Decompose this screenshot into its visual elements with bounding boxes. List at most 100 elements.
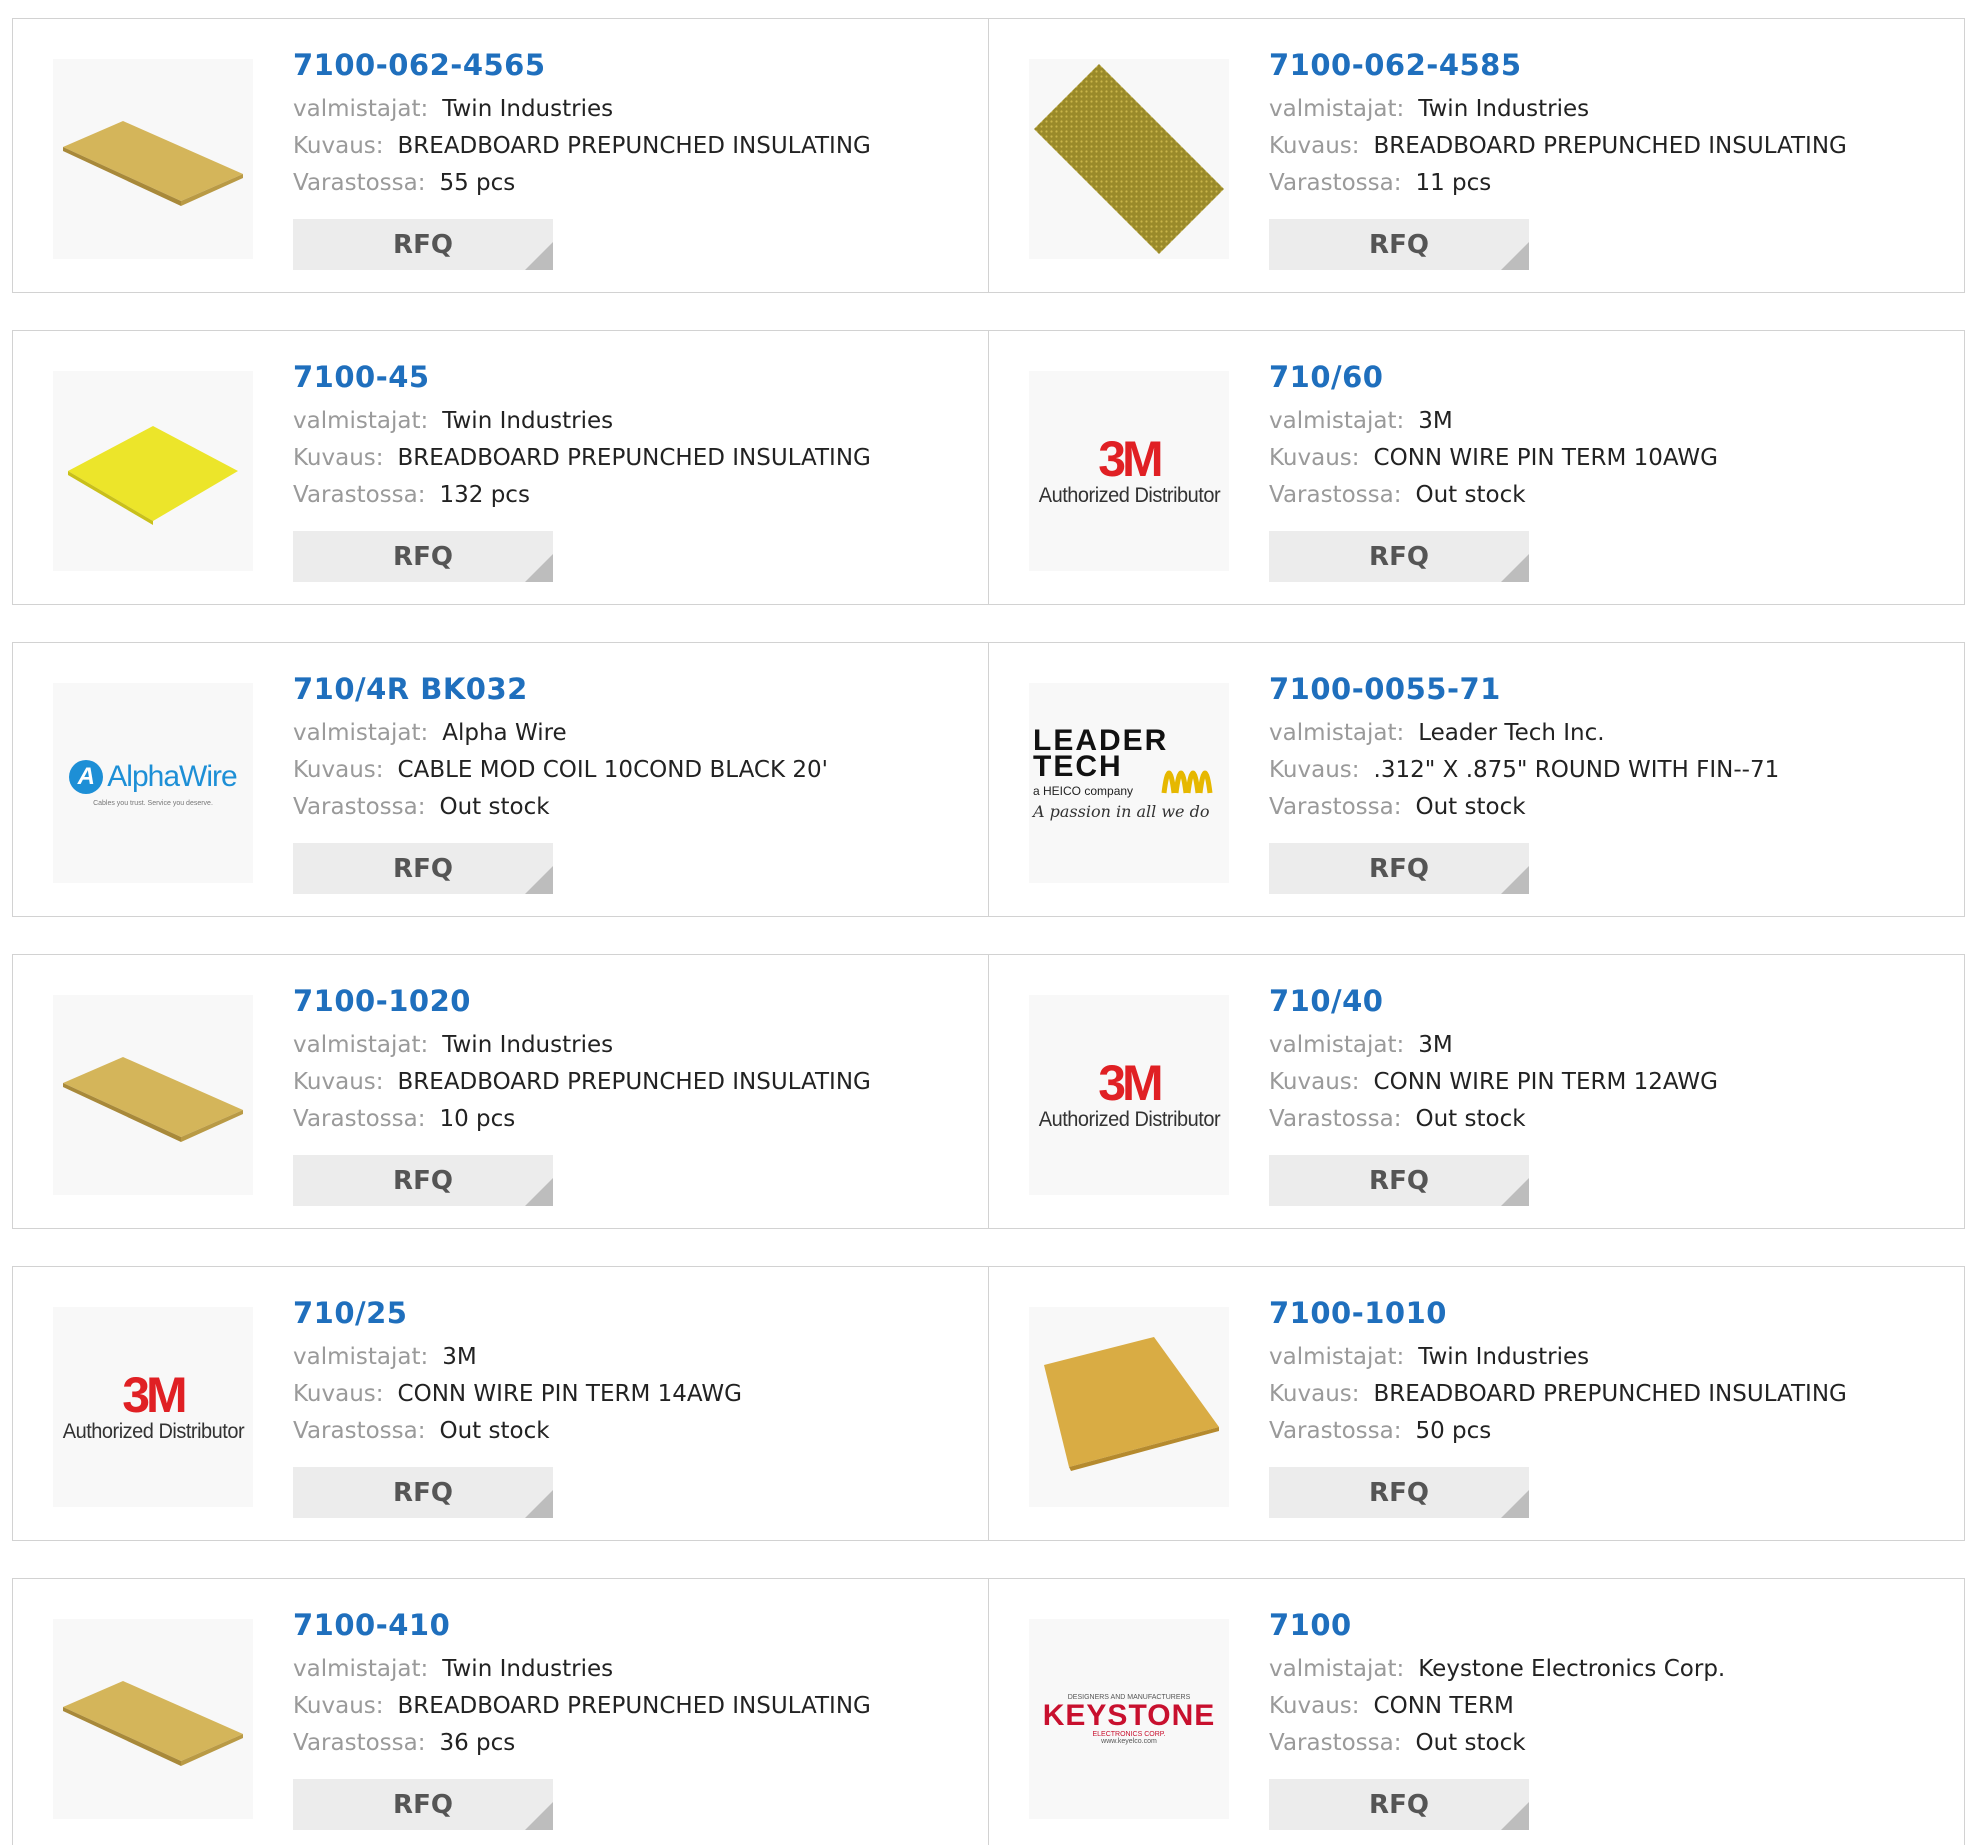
rfq-button[interactable]: RFQ [1269, 531, 1529, 582]
manufacturer-value: Leader Tech Inc. [1418, 720, 1605, 746]
corner-triangle-icon [1501, 866, 1529, 894]
product-image[interactable]: 3M Authorized Distributor [53, 1307, 253, 1507]
product-image[interactable]: 3M Authorized Distributor [1029, 371, 1229, 571]
logo-3m-icon: 3M Authorized Distributor [62, 1367, 244, 1443]
description-line: Kuvaus: .312" X .875" ROUND WITH FIN--71 [1269, 752, 1944, 789]
description-value: BREADBOARD PREPUNCHED INSULATING [397, 445, 871, 471]
rfq-button[interactable]: RFQ [1269, 219, 1529, 270]
product-card: DESIGNERS AND MANUFACTURERS KEYSTONE ELE… [988, 1578, 1965, 1845]
rfq-button[interactable]: RFQ [293, 843, 553, 894]
manufacturer-line: valmistajat: 3M [293, 1339, 968, 1376]
corner-triangle-icon [525, 1490, 553, 1518]
product-card: LEADER TECH a HEICO company A passion in… [988, 642, 1965, 917]
part-number-link[interactable]: 710/40 [1269, 983, 1383, 1019]
stock-value: Out stock [1415, 482, 1526, 508]
product-image[interactable] [1029, 1307, 1229, 1507]
product-card: A AlphaWire Cables you trust. Service you… [12, 642, 989, 917]
rfq-button[interactable]: RFQ [293, 1779, 553, 1830]
manufacturer-label: valmistajat: [293, 408, 429, 434]
stock-line: Varastossa: Out stock [1269, 477, 1944, 514]
description-label: Kuvaus: [1269, 757, 1360, 783]
manufacturer-value: Twin Industries [1418, 96, 1590, 122]
description-value: BREADBOARD PREPUNCHED INSULATING [397, 133, 871, 159]
rfq-label: RFQ [393, 229, 453, 260]
manufacturer-value: 3M [442, 1344, 477, 1370]
part-number-link[interactable]: 7100-062-4585 [1269, 47, 1522, 83]
manufacturer-value: 3M [1418, 408, 1453, 434]
product-image[interactable] [53, 1619, 253, 1819]
product-info: 7100-062-4585 valmistajat: Twin Industrie… [1269, 47, 1944, 202]
alphawire-logo-icon: A AlphaWire Cables you trust. Service you… [69, 759, 238, 807]
stock-value: 36 pcs [439, 1730, 516, 1756]
rfq-label: RFQ [1369, 1477, 1429, 1508]
manufacturer-line: valmistajat: Twin Industries [293, 403, 968, 440]
stock-value: 55 pcs [439, 170, 516, 196]
manufacturer-line: valmistajat: Twin Industries [293, 1027, 968, 1064]
product-image[interactable] [53, 995, 253, 1195]
product-image[interactable] [53, 59, 253, 259]
manufacturer-line: valmistajat: Twin Industries [293, 91, 968, 128]
rfq-button[interactable]: RFQ [1269, 1155, 1529, 1206]
description-value: CABLE MOD COIL 10COND BLACK 20' [397, 757, 828, 783]
rfq-button[interactable]: RFQ [1269, 1467, 1529, 1518]
part-number-link[interactable]: 7100-062-4565 [293, 47, 546, 83]
description-line: Kuvaus: CONN WIRE PIN TERM 12AWG [1269, 1064, 1944, 1101]
part-number-link[interactable]: 7100-0055-71 [1269, 671, 1501, 707]
part-number-link[interactable]: 710/25 [293, 1295, 407, 1331]
part-number-link[interactable]: 710/4R BK032 [293, 671, 528, 707]
stock-line: Varastossa: 36 pcs [293, 1725, 968, 1762]
stock-label: Varastossa: [293, 794, 426, 820]
product-image[interactable]: 3M Authorized Distributor [1029, 995, 1229, 1195]
stock-value: Out stock [439, 1418, 550, 1444]
part-number-link[interactable]: 7100-410 [293, 1607, 450, 1643]
product-row: 7100-410 valmistajat: Twin Industries Kuv… [12, 1578, 1965, 1845]
corner-triangle-icon [525, 866, 553, 894]
rfq-label: RFQ [393, 1477, 453, 1508]
part-number-link[interactable]: 7100 [1269, 1607, 1352, 1643]
product-card: 7100-1010 valmistajat: Twin Industries Ku… [988, 1266, 1965, 1541]
description-label: Kuvaus: [293, 1069, 384, 1095]
description-value: CONN WIRE PIN TERM 10AWG [1373, 445, 1718, 471]
product-row: 7100-45 valmistajat: Twin Industries Kuva… [12, 330, 1965, 605]
product-image[interactable]: A AlphaWire Cables you trust. Service you… [53, 683, 253, 883]
manufacturer-label: valmistajat: [293, 1032, 429, 1058]
rfq-button[interactable]: RFQ [293, 1155, 553, 1206]
product-card: 3M Authorized Distributor 710/40 valmist… [988, 954, 1965, 1229]
manufacturer-label: valmistajat: [1269, 96, 1405, 122]
description-line: Kuvaus: BREADBOARD PREPUNCHED INSULATING [293, 128, 968, 165]
product-row: A AlphaWire Cables you trust. Service you… [12, 642, 1965, 917]
rfq-button[interactable]: RFQ [293, 1467, 553, 1518]
stock-label: Varastossa: [1269, 1418, 1402, 1444]
product-image[interactable]: DESIGNERS AND MANUFACTURERS KEYSTONE ELE… [1029, 1619, 1229, 1819]
rfq-button[interactable]: RFQ [293, 219, 553, 270]
description-line: Kuvaus: CONN WIRE PIN TERM 10AWG [1269, 440, 1944, 477]
rfq-label: RFQ [393, 541, 453, 572]
description-value: BREADBOARD PREPUNCHED INSULATING [1373, 133, 1847, 159]
description-label: Kuvaus: [1269, 1069, 1360, 1095]
description-label: Kuvaus: [293, 757, 384, 783]
manufacturer-line: valmistajat: Alpha Wire [293, 715, 968, 752]
stock-line: Varastossa: 10 pcs [293, 1101, 968, 1138]
product-info: 710/40 valmistajat: 3M Kuvaus: CONN WIRE P… [1269, 983, 1944, 1138]
manufacturer-label: valmistajat: [1269, 408, 1405, 434]
part-number-link[interactable]: 7100-1020 [293, 983, 471, 1019]
description-line: Kuvaus: BREADBOARD PREPUNCHED INSULATING [293, 1064, 968, 1101]
part-number-link[interactable]: 7100-45 [293, 359, 430, 395]
description-line: Kuvaus: BREADBOARD PREPUNCHED INSULATING [293, 440, 968, 477]
part-number-link[interactable]: 7100-1010 [1269, 1295, 1447, 1331]
rfq-button[interactable]: RFQ [1269, 843, 1529, 894]
product-image[interactable]: LEADER TECH a HEICO company A passion in… [1029, 683, 1229, 883]
part-number-link[interactable]: 710/60 [1269, 359, 1383, 395]
product-image[interactable] [53, 371, 253, 571]
description-label: Kuvaus: [293, 133, 384, 159]
corner-triangle-icon [1501, 1178, 1529, 1206]
manufacturer-value: Twin Industries [442, 408, 614, 434]
manufacturer-value: Twin Industries [1418, 1344, 1590, 1370]
product-info: 7100-1020 valmistajat: Twin Industries Ku… [293, 983, 968, 1138]
product-image[interactable] [1029, 59, 1229, 259]
rfq-button[interactable]: RFQ [293, 531, 553, 582]
product-row: 3M Authorized Distributor 710/25 valmist… [12, 1266, 1965, 1541]
stock-label: Varastossa: [1269, 170, 1402, 196]
rfq-button[interactable]: RFQ [1269, 1779, 1529, 1830]
stock-label: Varastossa: [293, 170, 426, 196]
